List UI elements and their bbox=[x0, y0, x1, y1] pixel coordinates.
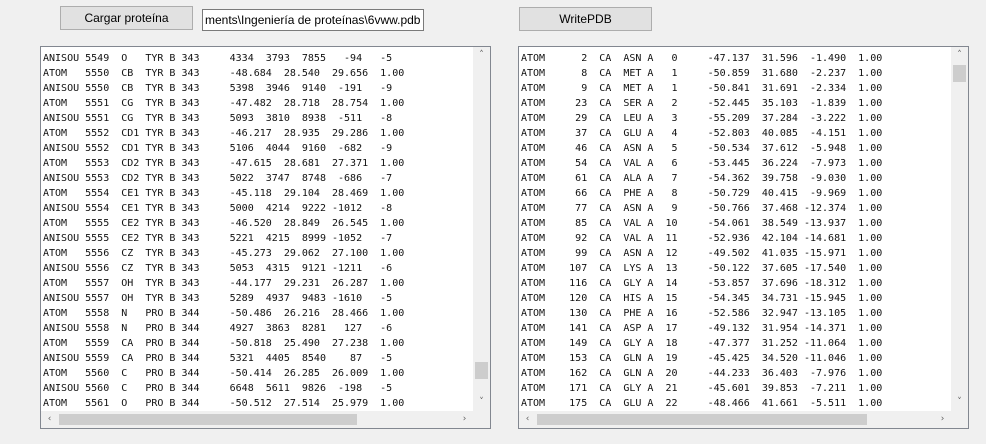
pdb-record-line: ANISOU 5549 O TYR B 343 4334 3793 7855 -… bbox=[43, 53, 393, 64]
pdb-record-line: ATOM 171 CA GLY A 21 -45.601 39.853 -7.2… bbox=[521, 383, 883, 394]
scroll-corner bbox=[473, 411, 490, 428]
write-pdb-button[interactable]: WritePDB bbox=[519, 7, 652, 31]
pdb-record-line: ATOM 77 CA ASN A 9 -50.766 37.468 -12.37… bbox=[521, 203, 883, 214]
pdb-record-line: ATOM 5557 OH TYR B 343 -44.177 29.231 26… bbox=[43, 278, 405, 289]
scroll-left-icon[interactable]: ‹ bbox=[519, 411, 536, 428]
scroll-thumb[interactable] bbox=[953, 65, 966, 82]
pdb-record-line: ANISOU 5550 CB TYR B 343 5398 3946 9140 … bbox=[43, 83, 393, 94]
pdb-record-line: ATOM 29 CA LEU A 3 -55.209 37.284 -3.222… bbox=[521, 113, 883, 124]
pdb-record-line: ATOM 37 CA GLU A 4 -52.803 40.085 -4.151… bbox=[521, 128, 883, 139]
pdb-record-line: ATOM 5559 CA PRO B 344 -50.818 25.490 27… bbox=[43, 338, 405, 349]
pdb-record-line: ANISOU 5551 CG TYR B 343 5093 3810 8938 … bbox=[43, 113, 393, 124]
pdb-record-line: ATOM 8 CA MET A 1 -50.859 31.680 -2.237 … bbox=[521, 68, 883, 79]
pdb-record-line: ATOM 66 CA PHE A 8 -50.729 40.415 -9.969… bbox=[521, 188, 883, 199]
pdb-record-line: ATOM 107 CA LYS A 13 -50.122 37.605 -17.… bbox=[521, 263, 883, 274]
scroll-corner bbox=[951, 411, 968, 428]
pdb-record-line: ATOM 2 CA ASN A 0 -47.137 31.596 -1.490 … bbox=[521, 53, 883, 64]
horizontal-scrollbar[interactable]: ‹ › bbox=[41, 411, 473, 428]
pdb-record-line: ATOM 5558 N PRO B 344 -50.486 26.216 28.… bbox=[43, 308, 405, 319]
pdb-record-line: ANISOU 5554 CE1 TYR B 343 5000 4214 9222… bbox=[43, 203, 393, 214]
pdb-text-area-left[interactable]: ANISOU 5549 O TYR B 343 4334 3793 7855 -… bbox=[40, 46, 491, 429]
pdb-record-line: ATOM 85 CA VAL A 10 -54.061 38.549 -13.9… bbox=[521, 218, 883, 229]
pdb-record-line: ANISOU 5557 OH TYR B 343 5289 4937 9483 … bbox=[43, 293, 393, 304]
pdb-record-line: ATOM 61 CA ALA A 7 -54.362 39.758 -9.030… bbox=[521, 173, 883, 184]
pdb-record-line: ATOM 5554 CE1 TYR B 343 -45.118 29.104 2… bbox=[43, 188, 405, 199]
pdb-lines-right: ATOM 2 CA ASN A 0 -47.137 31.596 -1.490 … bbox=[521, 51, 950, 411]
pdb-record-line: ANISOU 5556 CZ TYR B 343 5053 4315 9121 … bbox=[43, 263, 393, 274]
pdb-record-line: ATOM 5561 O PRO B 344 -50.512 27.514 25.… bbox=[43, 398, 405, 409]
pdb-record-line: ATOM 5551 CG TYR B 343 -47.482 28.718 28… bbox=[43, 98, 405, 109]
scroll-up-icon[interactable]: ˄ bbox=[473, 47, 490, 64]
pdb-record-line: ANISOU 5555 CE2 TYR B 343 5221 4215 8999… bbox=[43, 233, 393, 244]
scroll-left-icon[interactable]: ‹ bbox=[41, 411, 58, 428]
pdb-record-line: ATOM 175 CA GLU A 22 -48.466 41.661 -5.5… bbox=[521, 398, 883, 409]
scroll-right-icon[interactable]: › bbox=[456, 411, 473, 428]
pdb-record-line: ATOM 5553 CD2 TYR B 343 -47.615 28.681 2… bbox=[43, 158, 405, 169]
pdb-text-area-right[interactable]: ATOM 2 CA ASN A 0 -47.137 31.596 -1.490 … bbox=[518, 46, 969, 429]
scroll-thumb[interactable] bbox=[475, 362, 488, 379]
pdb-record-line: ATOM 5550 CB TYR B 343 -48.684 28.540 29… bbox=[43, 68, 405, 79]
pdb-record-line: ANISOU 5559 CA PRO B 344 5321 4405 8540 … bbox=[43, 353, 393, 364]
pdb-record-line: ATOM 46 CA ASN A 5 -50.534 37.612 -5.948… bbox=[521, 143, 883, 154]
pdb-record-line: ATOM 120 CA HIS A 15 -54.345 34.731 -15.… bbox=[521, 293, 883, 304]
pdb-record-line: ATOM 99 CA ASN A 12 -49.502 41.035 -15.9… bbox=[521, 248, 883, 259]
pdb-record-line: ATOM 5556 CZ TYR B 343 -45.273 29.062 27… bbox=[43, 248, 405, 259]
pdb-record-line: ATOM 162 CA GLN A 20 -44.233 36.403 -7.9… bbox=[521, 368, 883, 379]
pdb-record-line: ATOM 149 CA GLY A 18 -47.377 31.252 -11.… bbox=[521, 338, 883, 349]
pdb-record-line: ATOM 5552 CD1 TYR B 343 -46.217 28.935 2… bbox=[43, 128, 405, 139]
scroll-down-icon[interactable]: ˅ bbox=[951, 394, 968, 411]
pdb-record-line: ATOM 5560 C PRO B 344 -50.414 26.285 26.… bbox=[43, 368, 405, 379]
pdb-lines-left: ANISOU 5549 O TYR B 343 4334 3793 7855 -… bbox=[43, 51, 472, 411]
pdb-record-line: ATOM 9 CA MET A 1 -50.841 31.691 -2.334 … bbox=[521, 83, 883, 94]
scroll-down-icon[interactable]: ˅ bbox=[473, 394, 490, 411]
pdb-record-line: ATOM 130 CA PHE A 16 -52.586 32.947 -13.… bbox=[521, 308, 883, 319]
vertical-scrollbar[interactable]: ˄ ˅ bbox=[951, 47, 968, 411]
pdb-record-line: ATOM 23 CA SER A 2 -52.445 35.103 -1.839… bbox=[521, 98, 883, 109]
pdb-record-line: ANISOU 5552 CD1 TYR B 343 5106 4044 9160… bbox=[43, 143, 393, 154]
scroll-up-icon[interactable]: ˄ bbox=[951, 47, 968, 64]
pdb-record-line: ATOM 141 CA ASP A 17 -49.132 31.954 -14.… bbox=[521, 323, 883, 334]
pdb-record-line: ATOM 54 CA VAL A 6 -53.445 36.224 -7.973… bbox=[521, 158, 883, 169]
scroll-right-icon[interactable]: › bbox=[934, 411, 951, 428]
pdb-record-line: ATOM 116 CA GLY A 14 -53.857 37.696 -18.… bbox=[521, 278, 883, 289]
horizontal-scrollbar[interactable]: ‹ › bbox=[519, 411, 951, 428]
pdb-record-line: ANISOU 5553 CD2 TYR B 343 5022 3747 8748… bbox=[43, 173, 393, 184]
vertical-scrollbar[interactable]: ˄ ˅ bbox=[473, 47, 490, 411]
pdb-record-line: ATOM 153 CA GLN A 19 -45.425 34.520 -11.… bbox=[521, 353, 883, 364]
scroll-thumb[interactable] bbox=[537, 414, 867, 425]
load-protein-button[interactable]: Cargar proteína bbox=[60, 6, 193, 30]
pdb-record-line: ANISOU 5560 C PRO B 344 6648 5611 9826 -… bbox=[43, 383, 393, 394]
pdb-record-line: ATOM 92 CA VAL A 11 -52.936 42.104 -14.6… bbox=[521, 233, 883, 244]
pdb-record-line: ANISOU 5558 N PRO B 344 4927 3863 8281 1… bbox=[43, 323, 393, 334]
scroll-thumb[interactable] bbox=[59, 414, 357, 425]
file-path-input[interactable]: ments\Ingeniería de proteínas\6vww.pdb bbox=[202, 9, 424, 31]
pdb-record-line: ATOM 5555 CE2 TYR B 343 -46.520 28.849 2… bbox=[43, 218, 405, 229]
